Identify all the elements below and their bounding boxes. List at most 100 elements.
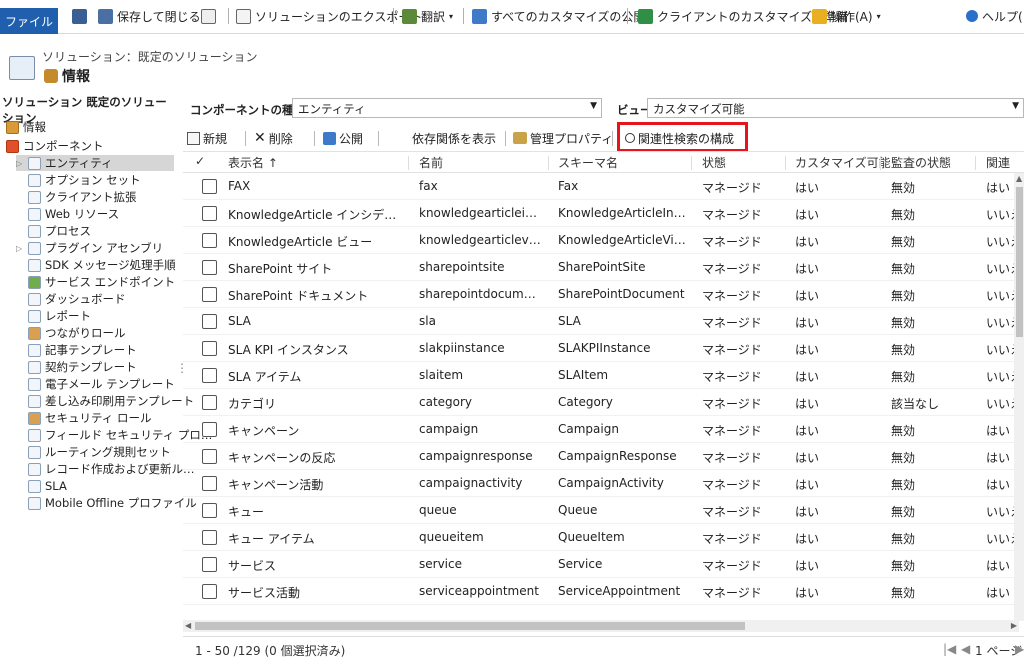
help-button[interactable]: ヘルプ( xyxy=(966,5,1023,27)
table-row[interactable]: FAX fax Fax マネージド はい 無効 はい xyxy=(183,173,1019,200)
table-row[interactable]: サービス service Service マネージド はい 無効 はい xyxy=(183,551,1019,578)
table-row[interactable]: KnowledgeArticle インシデント knowledgearticlei… xyxy=(183,200,1019,227)
nav-item-security-roles[interactable]: セキュリティ ロール xyxy=(28,410,151,426)
component-type-select[interactable]: エンティティ ▼ xyxy=(292,98,602,118)
table-row[interactable]: SharePoint サイト sharepointsite SharePointSi… xyxy=(183,254,1019,281)
nav-item-label: Mobile Offline プロファイル xyxy=(45,496,197,510)
managed-properties-button[interactable]: 管理プロパティ xyxy=(513,128,613,148)
ribbon: ファイル 保存して閉じる ソリューションのエクスポート 翻訳 ▾ すべてのカスタ… xyxy=(0,0,1024,34)
nav-item-mail-merge-templates[interactable]: 差し込み印刷用テンプレート xyxy=(28,393,194,409)
nav-item-label: ルーティング規則セット xyxy=(45,445,171,459)
cell-customizable: はい xyxy=(795,262,820,276)
managed-properties-icon xyxy=(513,132,527,144)
nav-item-entities[interactable]: ▷ エンティティ xyxy=(16,155,174,171)
cell-name: campaignactivity xyxy=(419,476,523,490)
scroll-left-icon[interactable]: ◀ xyxy=(185,621,191,630)
entity-icon xyxy=(28,156,41,170)
help-icon xyxy=(966,10,978,22)
scroll-up-icon[interactable]: ▲ xyxy=(1016,174,1022,183)
table-row[interactable]: SLA sla SLA マネージド はい 無効 いいえ xyxy=(183,308,1019,335)
cell-audit-status: 無効 xyxy=(891,451,916,465)
table-row[interactable]: キュー アイテム queueitem QueueItem マネージド はい 無効 いいえ xyxy=(183,524,1019,551)
cell-schema-name: SharePointDocument xyxy=(558,287,685,301)
cell-state: マネージド xyxy=(702,289,762,303)
nav-item-routing-rule-sets[interactable]: ルーティング規則セット xyxy=(28,444,171,460)
column-header-related[interactable]: 関連 xyxy=(986,154,1010,171)
cell-schema-name: Category xyxy=(558,395,613,409)
cell-name: queueitem xyxy=(419,530,484,544)
table-row[interactable]: SLA アイテム slaitem SLAItem マネージド はい 無効 いいえ xyxy=(183,362,1019,389)
nav-item-web-resources[interactable]: Web リソース xyxy=(28,206,119,222)
vertical-scrollbar[interactable]: ▲ xyxy=(1014,173,1024,621)
view-select[interactable]: カスタマイズ可能 ▼ xyxy=(647,98,1024,118)
nav-item-info[interactable]: 情報 xyxy=(6,119,46,135)
column-header-display-name[interactable]: 表示名 ↑ xyxy=(228,154,278,171)
print-button[interactable] xyxy=(201,5,216,27)
table-row[interactable]: サービス活動 serviceappointment ServiceAppointme… xyxy=(183,578,1019,605)
publish-button[interactable]: 公開 xyxy=(323,128,363,148)
export-button[interactable]: ソリューションのエクスポート xyxy=(236,5,422,27)
nav-item-record-creation-rules[interactable]: レコード作成および更新ル… xyxy=(28,461,195,477)
managed-properties-label: 管理プロパティ xyxy=(530,131,614,146)
actions-button[interactable]: 操作(A) ▾ xyxy=(812,5,881,27)
entity-grid: FAX fax Fax マネージド はい 無効 はい KnowledgeArticle インシ… xyxy=(183,173,1019,621)
report-icon xyxy=(28,309,41,323)
connection-role-icon xyxy=(28,326,41,340)
table-row[interactable]: キャンペーンの反応 campaignresponse CampaignRespons… xyxy=(183,443,1019,470)
column-header-audit-status[interactable]: 監査の状態 xyxy=(891,154,951,171)
table-row[interactable]: SharePoint ドキュメント sharepointdocument Share… xyxy=(183,281,1019,308)
pane-splitter[interactable]: ⋮ xyxy=(176,362,188,384)
view-value: カスタマイズ可能 xyxy=(653,102,745,116)
cell-name: serviceappointment xyxy=(419,584,539,598)
next-page-icon[interactable]: ▶ xyxy=(1015,642,1024,656)
nav-item-plugin-assemblies[interactable]: ▷ プラグイン アセンブリ xyxy=(16,240,163,256)
nav-item-label: オプション セット xyxy=(45,173,141,187)
publish-all-button[interactable]: すべてのカスタマイズの公開 xyxy=(472,5,645,27)
horizontal-scrollbar[interactable]: ◀ ▶ xyxy=(183,620,1019,632)
column-header-name[interactable]: 名前 xyxy=(419,154,443,171)
nav-item-connection-roles[interactable]: つながりロール xyxy=(28,325,126,341)
nav-item-dashboards[interactable]: ダッシュボード xyxy=(28,291,126,307)
nav-item-contract-templates[interactable]: 契約テンプレート xyxy=(28,359,137,375)
previous-page-icon[interactable]: ◀ xyxy=(961,642,970,656)
delete-button[interactable]: ✕ 削除 xyxy=(254,128,293,148)
scroll-right-icon[interactable]: ▶ xyxy=(1011,621,1017,630)
save-close-button[interactable]: 保存して閉じる xyxy=(98,5,201,27)
vertical-scroll-thumb[interactable] xyxy=(1016,187,1023,337)
first-page-icon[interactable]: |◀ xyxy=(943,642,956,656)
save-icon-button[interactable] xyxy=(72,5,87,27)
cell-state: マネージド xyxy=(702,235,762,249)
nav-item-option-sets[interactable]: オプション セット xyxy=(28,172,141,188)
table-row[interactable]: キャンペーン活動 campaignactivity CampaignActivity… xyxy=(183,470,1019,497)
translate-button[interactable]: 翻訳 ▾ xyxy=(402,5,453,27)
nav-item-sdk-steps[interactable]: SDK メッセージ処理手順 xyxy=(28,257,176,273)
nav-item-article-templates[interactable]: 記事テンプレート xyxy=(28,342,137,358)
nav-item-processes[interactable]: プロセス xyxy=(28,223,91,239)
cell-state: マネージド xyxy=(702,262,762,276)
table-row[interactable]: SLA KPI インスタンス slakpiinstance SLAKPIInstan… xyxy=(183,335,1019,362)
cell-audit-status: 無効 xyxy=(891,181,916,195)
cell-audit-status: 無効 xyxy=(891,559,916,573)
nav-item-reports[interactable]: レポート xyxy=(28,308,91,324)
column-header-state[interactable]: 状態 xyxy=(702,154,726,171)
new-button[interactable]: 新規 xyxy=(187,128,227,148)
table-row[interactable]: カテゴリ category Category マネージド はい 該当なし いいえ xyxy=(183,389,1019,416)
nav-item-sla[interactable]: SLA xyxy=(28,478,67,494)
grid-footer: 1 - 50 /129 (0 個選択済み) |◀ ◀ 1 ページ ▶ xyxy=(183,636,1024,660)
ribbon-separator xyxy=(228,8,229,24)
table-row[interactable]: キャンペーン campaign Campaign マネージド はい 無効 はい xyxy=(183,416,1019,443)
column-header-schema-name[interactable]: スキーマ名 xyxy=(558,154,618,171)
nav-item-email-templates[interactable]: 電子メール テンプレート xyxy=(28,376,175,392)
nav-item-components[interactable]: コンポーネント xyxy=(6,138,104,154)
select-all-checkbox[interactable]: ✓ xyxy=(195,154,205,168)
table-row[interactable]: キュー queue Queue マネージド はい 無効 いいえ xyxy=(183,497,1019,524)
nav-item-mobile-offline-profiles[interactable]: Mobile Offline プロファイル xyxy=(28,495,197,511)
table-row[interactable]: KnowledgeArticle ビュー knowledgearticleview… xyxy=(183,227,1019,254)
cell-schema-name: SharePointSite xyxy=(558,260,646,274)
show-dependencies-button[interactable]: 依存関係を表示 xyxy=(412,128,496,148)
nav-item-service-endpoints[interactable]: サービス エンドポイント xyxy=(28,274,175,290)
column-header-customizable[interactable]: カスタマイズ可能 xyxy=(795,154,891,171)
horizontal-scroll-thumb[interactable] xyxy=(195,622,745,630)
nav-item-client-extensions[interactable]: クライアント拡張 xyxy=(28,189,137,205)
file-tab[interactable]: ファイル xyxy=(0,8,58,34)
